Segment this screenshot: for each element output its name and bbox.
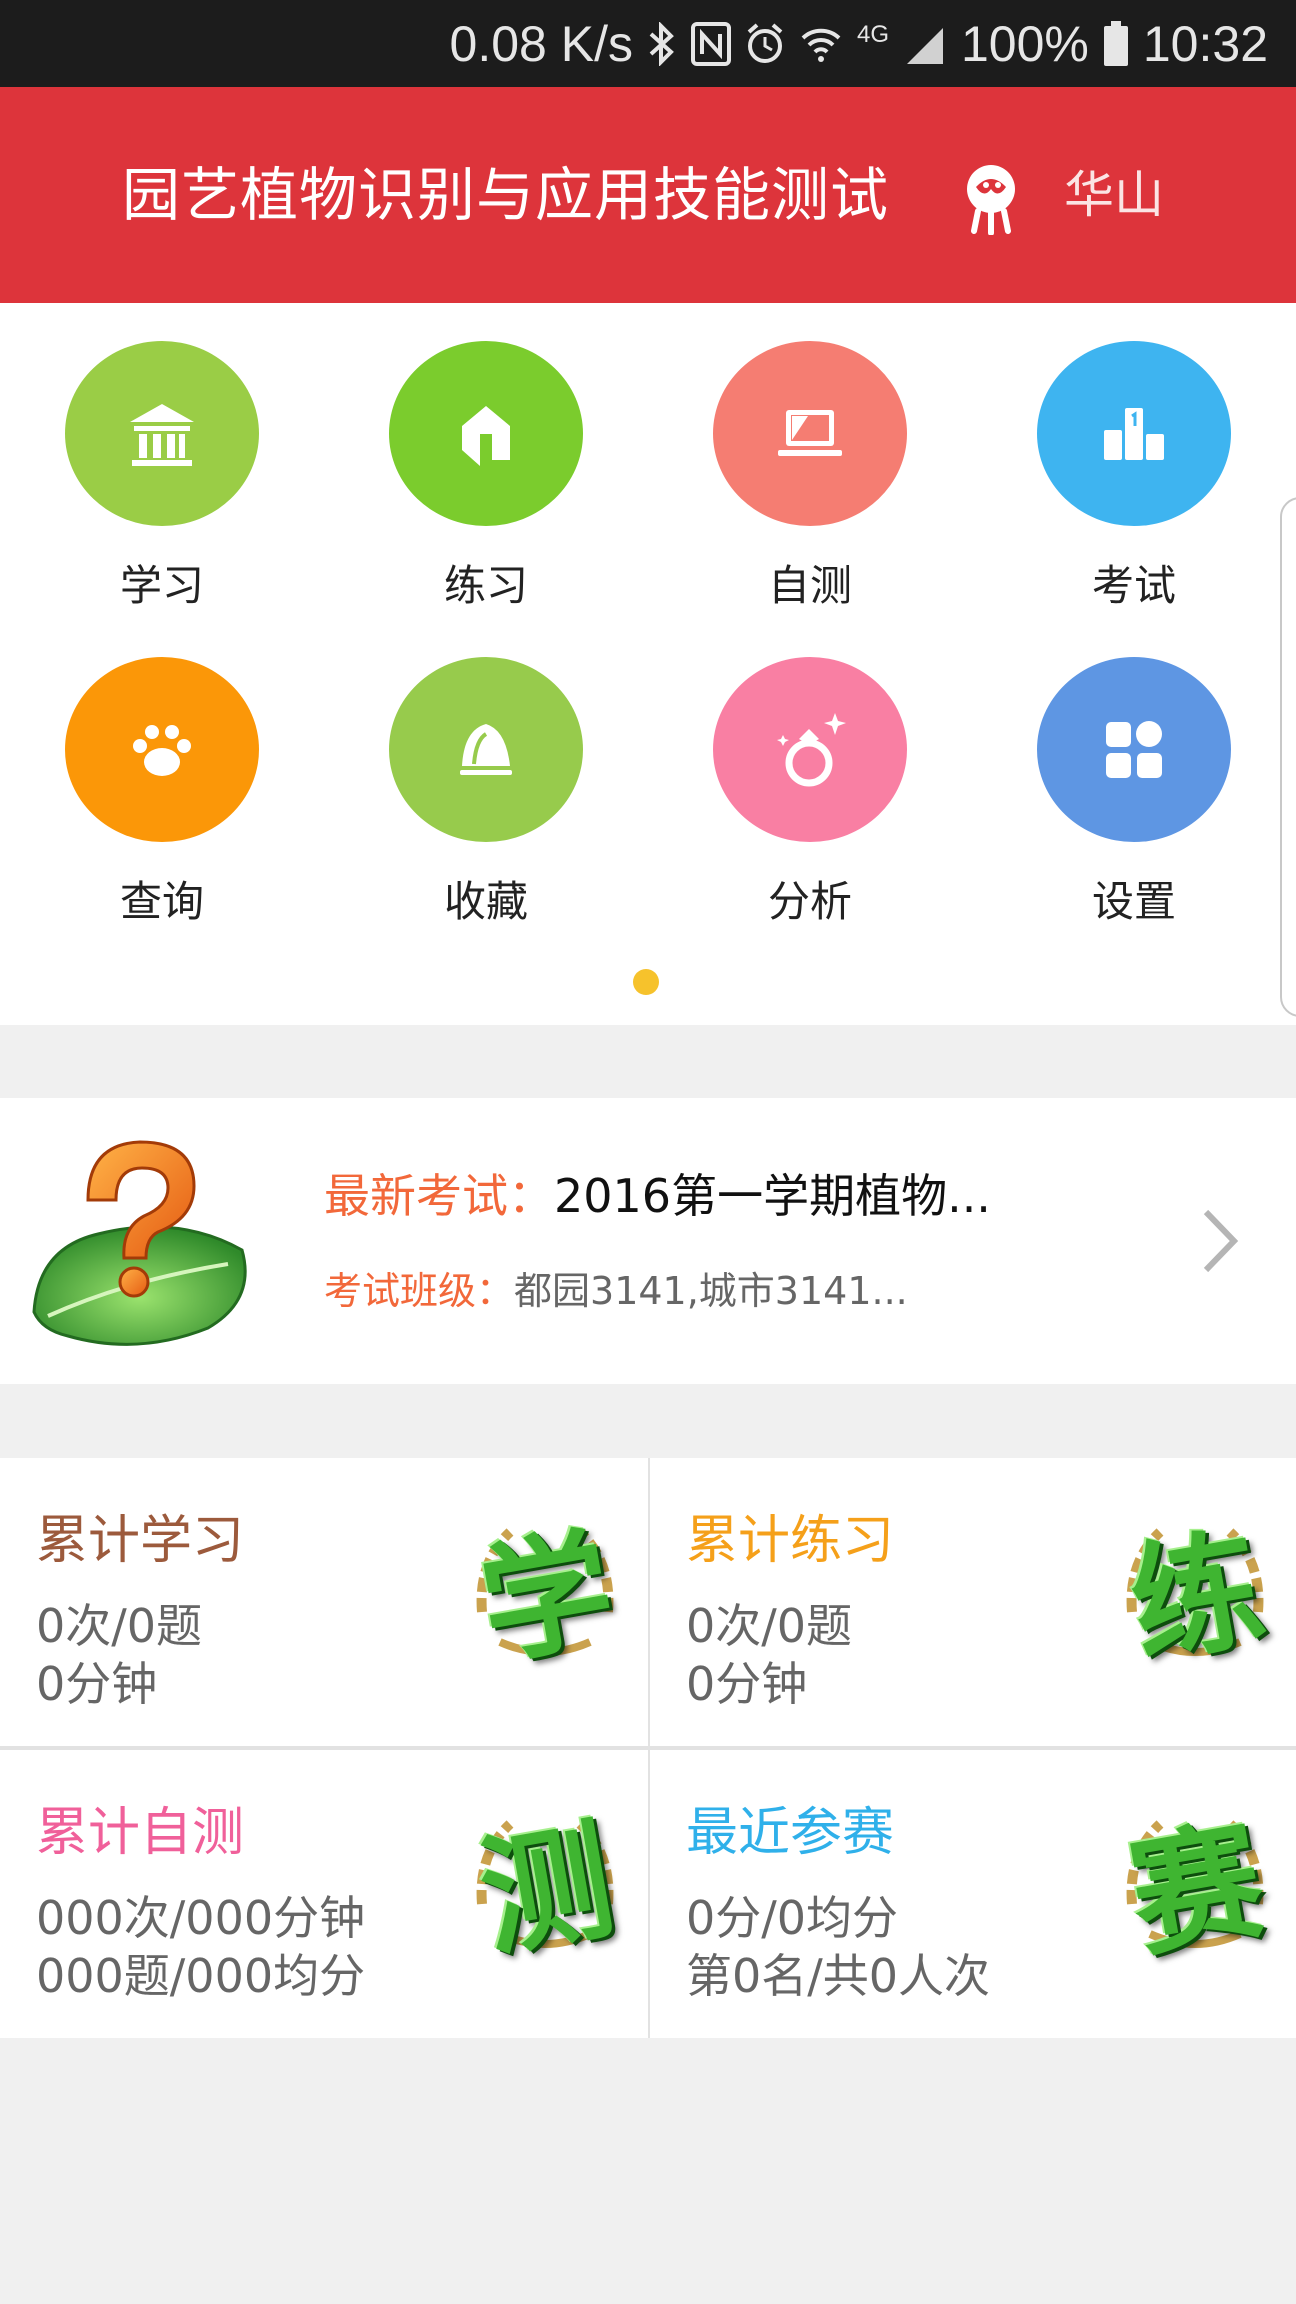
stat-title: 累计练习 xyxy=(686,1511,895,1571)
menu-label: 练习 xyxy=(443,561,528,610)
battery-icon xyxy=(1103,20,1129,67)
stat-title: 累计自测 xyxy=(36,1803,245,1863)
exam-class-value: 都园3141,城市3141... xyxy=(514,1269,908,1313)
paw-icon xyxy=(65,657,259,842)
wifi-icon xyxy=(799,22,843,66)
menu-item-self-test[interactable]: 自测 xyxy=(648,303,972,613)
username[interactable]: 华山 xyxy=(1064,87,1164,303)
status-bar: 0.08 K/s 4G 100% 10:32 xyxy=(0,0,1296,87)
podium-icon xyxy=(1037,341,1231,526)
net-speed: 0.08 K/s xyxy=(449,15,633,72)
stat-line1: 0次/0题 xyxy=(36,1599,203,1653)
question-leaf-icon xyxy=(28,1130,260,1350)
menu-item-study[interactable]: 学习 xyxy=(0,303,324,613)
stat-line1: 000次/000分钟 xyxy=(36,1891,366,1945)
user-avatar-icon[interactable] xyxy=(958,159,1028,236)
practice-badge-icon: 练 xyxy=(1110,1502,1280,1684)
menu-label: 考试 xyxy=(1091,561,1176,610)
latest-exam-value: 2016第一学期植物... xyxy=(554,1169,991,1223)
menu-label: 查询 xyxy=(119,877,204,926)
signal-icon xyxy=(903,22,947,66)
stat-line2: 0分钟 xyxy=(686,1657,808,1711)
menu-label: 设置 xyxy=(1091,877,1176,926)
latest-exam-label: 最新考试： xyxy=(324,1169,554,1223)
latest-exam-line: 最新考试：2016第一学期植物... xyxy=(324,1160,991,1226)
stat-title: 最近参赛 xyxy=(686,1803,895,1863)
stat-card-practice[interactable]: 累计练习 0次/0题 0分钟 练 xyxy=(650,1458,1296,1746)
stat-card-study[interactable]: 累计学习 0次/0题 0分钟 学 xyxy=(0,1458,648,1746)
stat-line1: 0分/0均分 xyxy=(686,1891,899,1945)
stat-card-self-test[interactable]: 累计自测 000次/000分钟 000题/000均分 测 xyxy=(0,1750,648,2038)
menu-item-settings[interactable]: 设置 xyxy=(972,619,1296,929)
battery-percent: 100% xyxy=(960,15,1089,72)
competition-badge-icon: 赛 xyxy=(1110,1794,1280,1976)
menu-label: 自测 xyxy=(767,561,852,610)
stat-card-competition[interactable]: 最近参赛 0分/0均分 第0名/共0人次 赛 xyxy=(650,1750,1296,2038)
menu-item-exam[interactable]: 考试 xyxy=(972,303,1296,613)
menu-label: 收藏 xyxy=(443,877,528,926)
menu-label: 学习 xyxy=(119,561,204,610)
latest-exam-card[interactable]: 最新考试：2016第一学期植物... 考试班级：都园3141,城市3141... xyxy=(0,1098,1296,1384)
stat-line1: 0次/0题 xyxy=(686,1599,853,1653)
menu-item-analysis[interactable]: 分析 xyxy=(648,619,972,929)
alarm-icon xyxy=(745,22,785,66)
clock: 10:32 xyxy=(1142,15,1268,72)
app-title: 园艺植物识别与应用技能测试 xyxy=(122,161,890,229)
home-icon xyxy=(389,341,583,526)
stat-title: 累计学习 xyxy=(36,1511,245,1571)
menu-item-query[interactable]: 查询 xyxy=(0,619,324,929)
main-menu: 学习 练习 自测 考试 查询 收藏 分析 设置 xyxy=(0,303,1296,1025)
stat-line2: 0分钟 xyxy=(36,1657,158,1711)
stats-grid: 累计学习 0次/0题 0分钟 学 累计练习 0次/0题 0分钟 练 累计自测 0… xyxy=(0,1458,1296,2038)
exam-class-label: 考试班级： xyxy=(324,1269,515,1313)
stat-line2: 第0名/共0人次 xyxy=(686,1949,991,2003)
stat-line2: 000题/000均分 xyxy=(36,1949,366,2003)
chevron-right-icon xyxy=(1200,1206,1240,1276)
ring-icon xyxy=(713,657,907,842)
laptop-icon xyxy=(713,341,907,526)
exam-class-line: 考试班级：都园3141,城市3141... xyxy=(324,1260,908,1315)
network-type: 4G xyxy=(856,20,889,48)
page-indicator-dot[interactable] xyxy=(633,969,659,995)
bell-icon xyxy=(389,657,583,842)
nfc-icon xyxy=(690,21,731,66)
bluetooth-icon xyxy=(647,21,677,66)
study-badge-icon: 学 xyxy=(460,1502,630,1684)
app-header: 园艺植物识别与应用技能测试 华山 xyxy=(0,87,1296,303)
grid-icon xyxy=(1037,657,1231,842)
museum-icon xyxy=(65,341,259,526)
menu-label: 分析 xyxy=(767,877,852,926)
self-test-badge-icon: 测 xyxy=(460,1794,630,1976)
menu-item-practice[interactable]: 练习 xyxy=(324,303,648,613)
edge-panel-handle[interactable] xyxy=(1280,497,1296,1017)
menu-item-favorites[interactable]: 收藏 xyxy=(324,619,648,929)
